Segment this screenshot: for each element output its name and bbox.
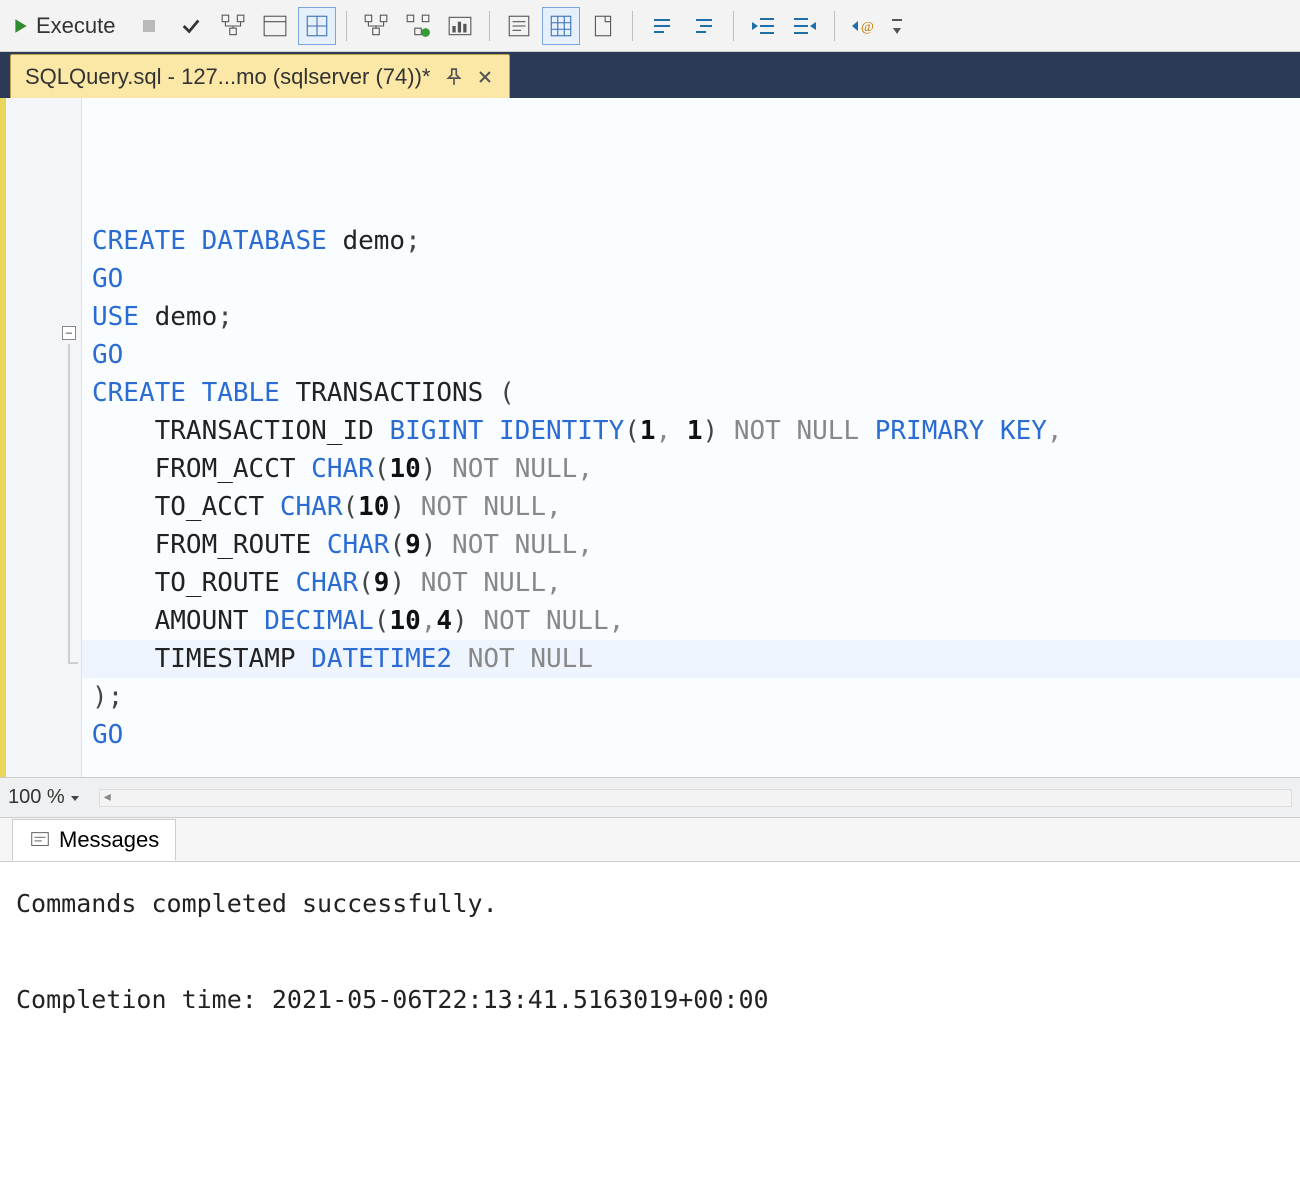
stats-icon (447, 13, 473, 39)
results-to-file-button[interactable] (584, 7, 622, 45)
pin-tab-button[interactable] (445, 68, 463, 86)
messages-icon (29, 829, 51, 851)
toolbar-separator (834, 11, 835, 41)
code-line: FROM_ACCT CHAR(10) NOT NULL, (92, 450, 1294, 488)
execute-button[interactable]: Execute (8, 7, 126, 45)
window-icon (262, 13, 288, 39)
messages-line: Commands completed successfully. (16, 889, 498, 918)
close-icon (477, 69, 493, 85)
fold-guide-end (68, 662, 78, 664)
pin-icon (445, 68, 463, 86)
toolbar: Execute (0, 0, 1300, 52)
plan2-icon (363, 13, 389, 39)
zoom-dropdown[interactable]: 100 % (8, 786, 81, 809)
close-tab-button[interactable] (477, 69, 493, 85)
results-pane: Messages Commands completed successfully… (0, 818, 1300, 1181)
document-tab-title: SQLQuery.sql - 127...mo (sqlserver (74))… (25, 64, 431, 90)
grid-results-icon (548, 13, 574, 39)
code-line: TRANSACTION_ID BIGINT IDENTITY(1, 1) NOT… (92, 412, 1294, 450)
code-line: TO_ROUTE CHAR(9) NOT NULL, (92, 564, 1294, 602)
code-line: AMOUNT DECIMAL(10,4) NOT NULL, (92, 602, 1294, 640)
code-line: CREATE DATABASE demo; (92, 222, 1294, 260)
editor-gutter: − (0, 98, 82, 777)
zoom-level-label: 100 % (8, 786, 65, 809)
indent-icon (792, 15, 818, 37)
intellisense-button[interactable] (298, 7, 336, 45)
actual-plan-button[interactable] (357, 7, 395, 45)
fold-toggle[interactable]: − (62, 326, 76, 340)
code-line: ); (92, 678, 1294, 716)
code-line: CREATE TABLE TRANSACTIONS ( (92, 374, 1294, 412)
messages-line: Completion time: 2021-05-06T22:13:41.516… (16, 985, 769, 1014)
uncomment-icon (692, 14, 716, 38)
estimated-plan-button[interactable] (214, 7, 252, 45)
play-icon (12, 17, 30, 35)
toolbar-separator (346, 11, 347, 41)
toolbar-separator (489, 11, 490, 41)
toolbar-separator (733, 11, 734, 41)
editor-zoom-row: 100 % (0, 778, 1300, 818)
stop-icon (141, 18, 157, 34)
query-options-button[interactable] (256, 7, 294, 45)
toolbar-overflow-button[interactable] (887, 7, 907, 45)
fold-guide (68, 344, 70, 662)
uncomment-button[interactable] (685, 7, 723, 45)
execute-label: Execute (36, 13, 116, 39)
client-stats-button[interactable] (441, 7, 479, 45)
code-line: USE demo; (92, 298, 1294, 336)
code-line: TIMESTAMP DATETIME2 NOT NULL (92, 640, 1294, 678)
plan3-icon (405, 13, 431, 39)
results-to-grid-button[interactable] (542, 7, 580, 45)
code-line: GO (92, 716, 1294, 754)
horizontal-scrollbar[interactable] (99, 789, 1292, 807)
code-line: TO_ACCT CHAR(10) NOT NULL, (92, 488, 1294, 526)
chevron-down-icon (69, 792, 81, 804)
stop-button[interactable] (130, 7, 168, 45)
results-tab-row: Messages (0, 818, 1300, 862)
increase-indent-button[interactable] (786, 7, 824, 45)
text-results-icon (506, 13, 532, 39)
messages-tab[interactable]: Messages (12, 819, 176, 861)
check-icon (180, 15, 202, 37)
code-line: FROM_ROUTE CHAR(9) NOT NULL, (92, 526, 1294, 564)
code-line: GO (92, 260, 1294, 298)
document-tab-row: SQLQuery.sql - 127...mo (sqlserver (74))… (0, 52, 1300, 98)
svg-text:@: @ (861, 20, 874, 35)
messages-tab-label: Messages (59, 827, 159, 853)
code-editor[interactable]: − CREATE DATABASE demo;GOUSE demo;GOCREA… (0, 98, 1300, 778)
file-results-icon (590, 13, 616, 39)
param-icon: @ (850, 15, 878, 37)
grid-small-icon (304, 13, 330, 39)
parse-button[interactable] (172, 7, 210, 45)
code-body[interactable]: CREATE DATABASE demo;GOUSE demo;GOCREATE… (82, 98, 1300, 777)
document-tab[interactable]: SQLQuery.sql - 127...mo (sqlserver (74))… (10, 54, 510, 98)
decrease-indent-button[interactable] (744, 7, 782, 45)
specify-values-button[interactable]: @ (845, 7, 883, 45)
overflow-icon (891, 16, 903, 36)
comment-button[interactable] (643, 7, 681, 45)
code-line: GO (92, 336, 1294, 374)
plan-icon (220, 13, 246, 39)
change-marker (0, 98, 6, 777)
messages-output[interactable]: Commands completed successfully. Complet… (0, 862, 1300, 1181)
results-to-text-button[interactable] (500, 7, 538, 45)
live-stats-button[interactable] (399, 7, 437, 45)
outdent-icon (750, 15, 776, 37)
toolbar-separator (632, 11, 633, 41)
comment-icon (650, 14, 674, 38)
